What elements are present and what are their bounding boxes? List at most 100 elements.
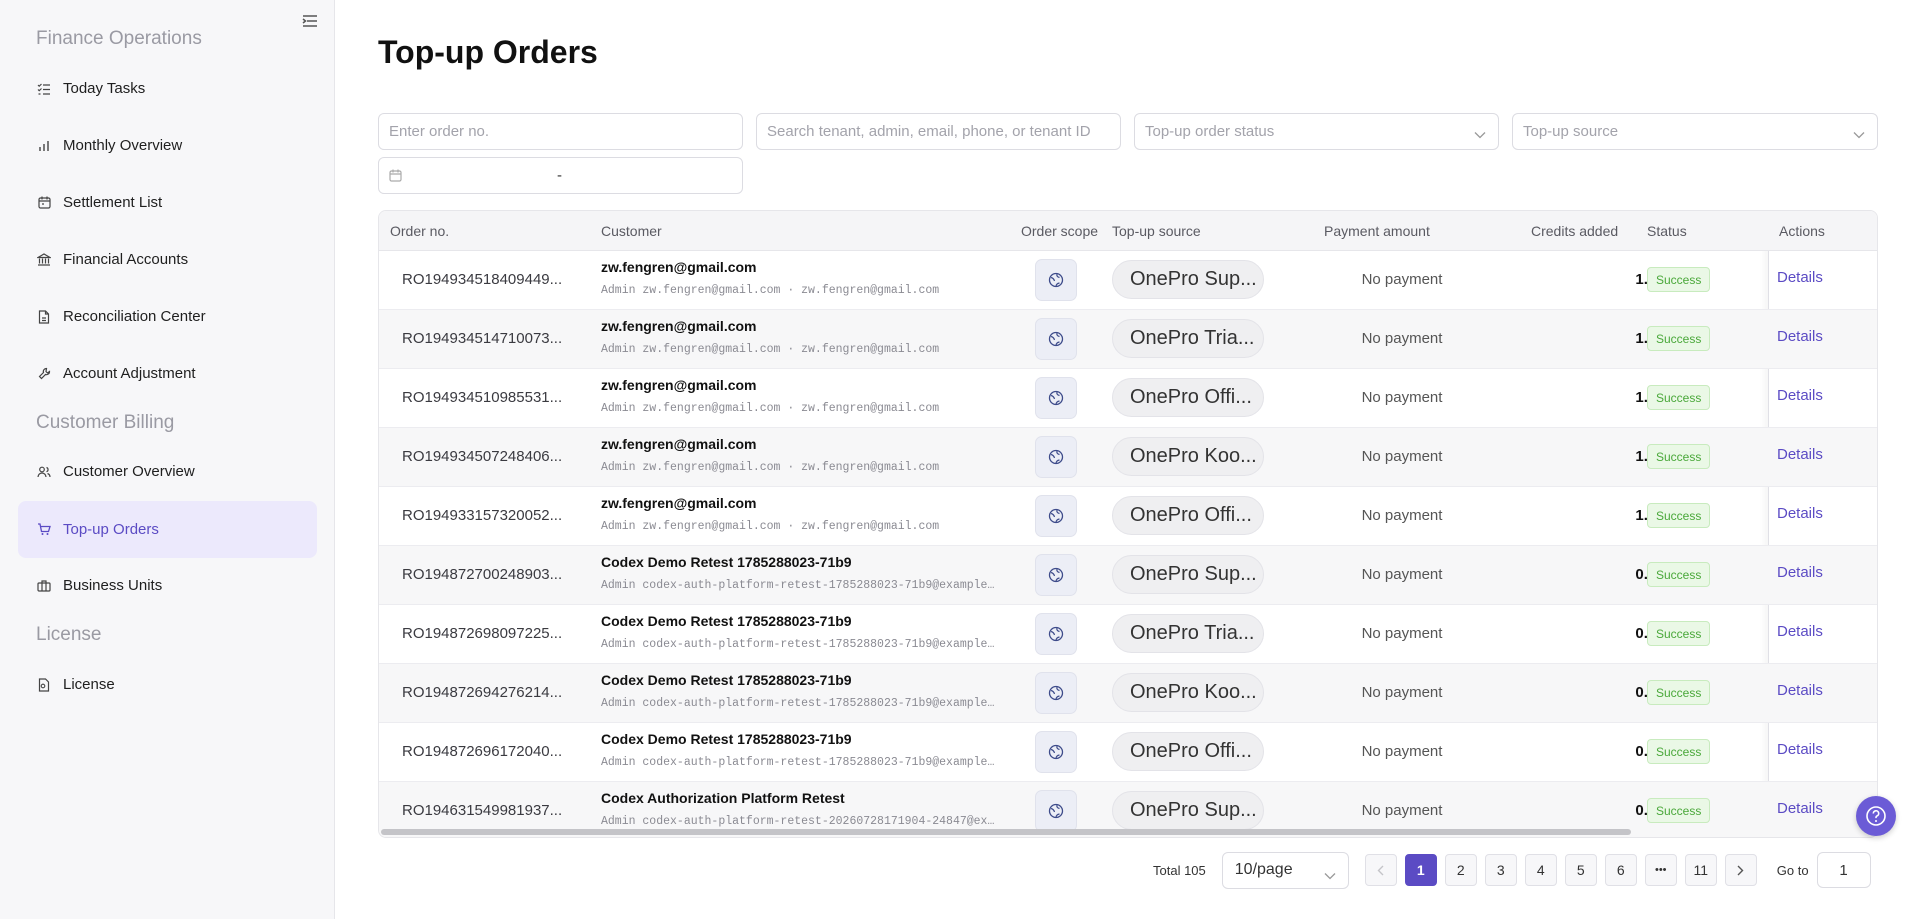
status-select-placeholder: Top-up order status [1145, 123, 1275, 140]
globe-scope-icon [1035, 731, 1077, 773]
details-link[interactable]: Details [1777, 446, 1823, 463]
details-link[interactable]: Details [1777, 623, 1823, 640]
order-number: RO194934510985531... [402, 389, 563, 406]
sidebar-item-label: Business Units [63, 577, 163, 594]
details-link[interactable]: Details [1777, 387, 1823, 404]
globe-scope-icon [1035, 318, 1077, 360]
page-button[interactable]: 11 [1684, 854, 1717, 886]
table-row: RO194872698097225... Codex Demo Retest 17… [379, 605, 1877, 664]
globe-scope-icon [1035, 613, 1077, 655]
horizontal-scrollbar[interactable] [381, 829, 1631, 835]
page-list: 1 2 3 4 5 6 ••• 11 [1404, 854, 1725, 886]
order-number: RO194872698097225... [402, 625, 563, 642]
more-pages-button[interactable]: ••• [1644, 854, 1677, 886]
payment-amount: No payment [1361, 684, 1443, 701]
details-link[interactable]: Details [1777, 800, 1823, 817]
status-badge: Success [1647, 503, 1711, 528]
sidebar-item-today-tasks[interactable]: Today Tasks [18, 60, 317, 117]
next-page-button[interactable] [1724, 854, 1757, 886]
page-button[interactable]: 3 [1484, 854, 1517, 886]
bar-chart-icon [36, 138, 52, 154]
sidebar-item-business-units[interactable]: Business Units [18, 557, 317, 614]
page-button[interactable]: 6 [1604, 854, 1637, 886]
source-select-placeholder: Top-up source [1523, 123, 1619, 140]
payment-amount: No payment [1361, 330, 1443, 347]
goto-label: Go to [1776, 862, 1809, 878]
details-link[interactable]: Details [1777, 682, 1823, 699]
order-number: RO194934518409449... [402, 271, 563, 288]
top-up-source-tag: OnePro Sup... [1112, 791, 1264, 830]
sidebar-item-label: Reconciliation Center [63, 308, 206, 325]
page-size-select[interactable]: 10/page [1221, 851, 1349, 889]
page-button[interactable]: 2 [1444, 854, 1477, 886]
top-up-source-tag: OnePro Koo... [1112, 673, 1264, 712]
table-row: RO194872700248903... Codex Demo Retest 17… [379, 546, 1877, 605]
help-button[interactable] [1856, 796, 1896, 836]
order-no-input[interactable] [389, 123, 732, 140]
details-link[interactable]: Details [1777, 328, 1823, 345]
sidebar-item-account-adjustment[interactable]: Account Adjustment [18, 345, 317, 402]
customer-admin-email: Admin zw.fengren@gmail.com · zw.fengren@… [601, 520, 940, 533]
status-badge: Success [1647, 267, 1711, 292]
table-row: RO194872696172040... Codex Demo Retest 17… [379, 723, 1877, 782]
prev-page-button[interactable] [1364, 854, 1397, 886]
chevron-down-icon [1324, 867, 1336, 885]
customer-name: Codex Demo Retest 1785288023-71b9 [601, 613, 852, 629]
details-link[interactable]: Details [1777, 741, 1823, 758]
document-icon [36, 309, 52, 325]
details-link[interactable]: Details [1777, 505, 1823, 522]
order-number: RO194872696172040... [402, 743, 563, 760]
table-row: RO194934507248406... zw.fengren@gmail.com… [379, 428, 1877, 487]
status-select[interactable]: Top-up order status [1134, 113, 1499, 150]
customer-name: Codex Demo Retest 1785288023-71b9 [601, 554, 852, 570]
help-icon [1866, 806, 1886, 826]
customer-search-input[interactable] [767, 123, 1110, 140]
top-up-source-tag: OnePro Offi... [1112, 378, 1264, 417]
page-button[interactable]: 4 [1524, 854, 1557, 886]
chevron-down-icon [1853, 126, 1865, 143]
top-up-source-tag: OnePro Sup... [1112, 555, 1264, 594]
payment-amount: No payment [1361, 271, 1443, 288]
building-icon [36, 578, 52, 594]
details-link[interactable]: Details [1777, 564, 1823, 581]
sidebar-item-label: Top-up Orders [63, 521, 159, 538]
customer-admin-email: Admin zw.fengren@gmail.com · zw.fengren@… [601, 284, 940, 297]
goto-page-input[interactable]: 1 [1816, 852, 1871, 888]
sidebar-item-label: Monthly Overview [63, 137, 183, 154]
order-number: RO194934514710073... [402, 330, 563, 347]
sidebar-item-label: License [63, 676, 115, 693]
page-button[interactable]: 1 [1404, 854, 1437, 886]
column-header-top-up-source: Top-up source [1112, 223, 1201, 239]
sidebar-item-top-up-orders[interactable]: Top-up Orders [18, 501, 317, 558]
source-select[interactable]: Top-up source [1512, 113, 1878, 150]
sidebar-item-label: Settlement List [63, 194, 163, 211]
orders-table: Order no. Customer Order scope Top-up so… [378, 210, 1878, 838]
top-up-source-tag: OnePro Tria... [1112, 319, 1264, 358]
tasks-icon [36, 81, 52, 97]
sidebar-item-monthly-overview[interactable]: Monthly Overview [18, 117, 317, 174]
order-no-field[interactable] [378, 113, 743, 150]
status-badge: Success [1647, 739, 1711, 764]
payment-amount: No payment [1361, 389, 1443, 406]
sidebar-item-license[interactable]: License [18, 656, 317, 713]
details-link[interactable]: Details [1777, 269, 1823, 286]
sidebar-item-settlement-list[interactable]: Settlement List [18, 174, 317, 231]
column-header-credits-added: Credits added [1531, 223, 1619, 239]
page-button[interactable]: 5 [1564, 854, 1597, 886]
order-number: RO194872700248903... [402, 566, 563, 583]
top-up-source-tag: OnePro Offi... [1112, 496, 1264, 535]
collapse-menu-icon[interactable] [302, 14, 322, 32]
customer-search-field[interactable] [756, 113, 1121, 150]
status-badge: Success [1647, 326, 1711, 351]
order-number: RO194631549981937... [402, 802, 563, 819]
sidebar-item-customer-overview[interactable]: Customer Overview [18, 443, 317, 500]
table-row: RO194933157320052... zw.fengren@gmail.com… [379, 487, 1877, 546]
status-badge: Success [1647, 680, 1711, 705]
globe-scope-icon [1035, 436, 1077, 478]
customer-name: Codex Authorization Platform Retest [601, 790, 845, 806]
globe-scope-icon [1035, 259, 1077, 301]
sidebar-item-reconciliation-center[interactable]: Reconciliation Center [18, 288, 317, 345]
top-up-source-tag: OnePro Sup... [1112, 260, 1264, 299]
date-range-picker[interactable]: - [378, 157, 743, 194]
sidebar-item-financial-accounts[interactable]: Financial Accounts [18, 231, 317, 288]
